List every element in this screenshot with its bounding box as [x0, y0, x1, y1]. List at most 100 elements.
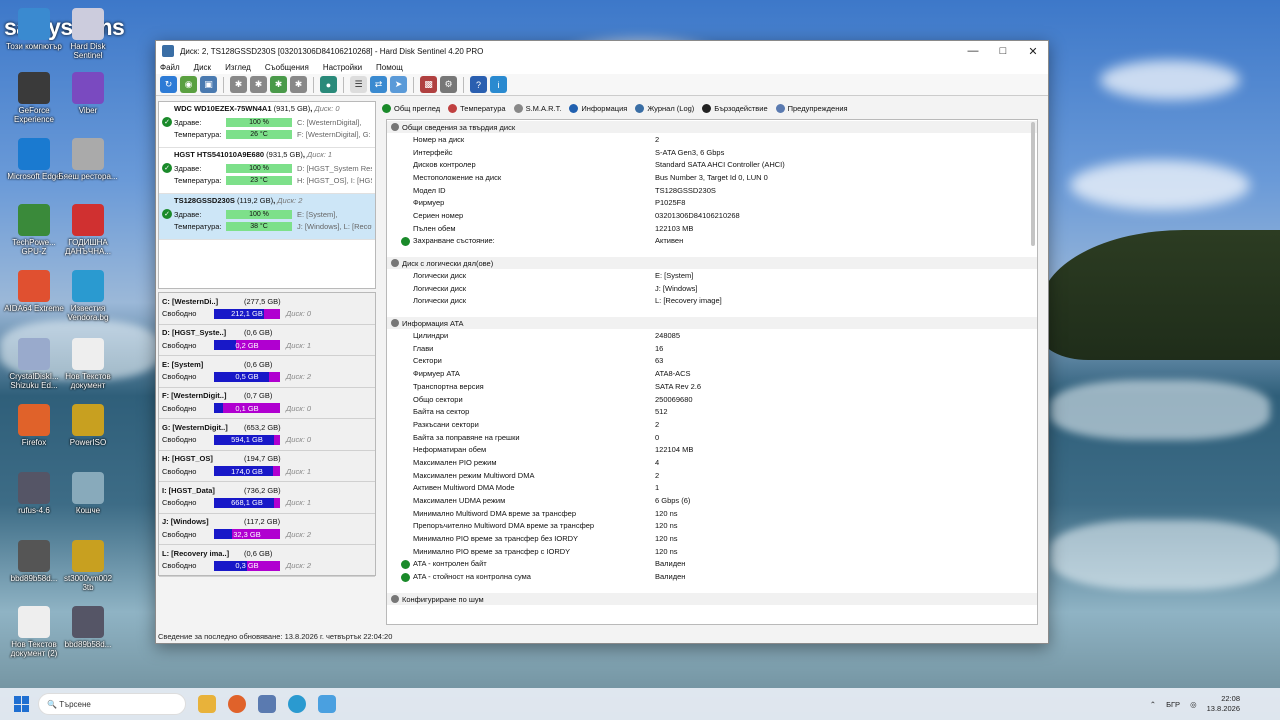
volume-item[interactable]: E: [System] (0,6 GB) Свободно 0,5 GB Диск: 2 [159, 356, 375, 388]
info-key: Максимален UDMA режим [413, 496, 506, 506]
desktop-icon[interactable]: TechPowe... GPU-Z [4, 204, 64, 256]
volume-disk: Диск: 0 [286, 435, 312, 444]
fan-icon[interactable]: ✱ [250, 76, 267, 93]
start-button[interactable] [14, 696, 30, 712]
info-value: 2 [655, 134, 660, 144]
disk-item[interactable]: WDC WD10EZEX-75WN4A1 (931,5 GB), Диск: 0… [159, 102, 375, 148]
chart-icon[interactable]: ▩ [420, 76, 437, 93]
search-input[interactable]: 🔍 Търсене [38, 693, 186, 715]
desktop-icon[interactable]: Бяеш ресторa... [58, 138, 118, 181]
volume-item[interactable]: I: [HGST_Data] (736,2 GB) Свободно 668,1 GB… [159, 482, 375, 514]
volume-name: L: [Recovery ima..] [162, 548, 230, 558]
volume-item[interactable]: D: [HGST_Syste..] (0,6 GB) Свободно 0,2 GB Д… [159, 325, 375, 356]
desktop-icon[interactable]: bbd89b58d... [4, 540, 64, 583]
volume-item[interactable]: F: [WesternDigit..] (0,7 GB) Свободно 0,1 G… [159, 388, 375, 419]
desktop-icon[interactable]: PowerISO [58, 404, 118, 447]
volume-item[interactable]: G: [WesternDigit..] (653,2 GB) Свободно 594… [159, 419, 375, 451]
desktop-icon[interactable]: Hard Disk Sentinel [58, 8, 118, 60]
wifi-icon[interactable]: ◎ [1190, 700, 1197, 709]
tab-3[interactable]: Информация [569, 103, 627, 113]
close-button[interactable]: ✕ [1018, 41, 1048, 61]
tab-2[interactable]: S.M.A.R.T. [513, 103, 561, 113]
calculator-icon[interactable] [258, 695, 276, 713]
firefox-icon[interactable] [228, 695, 246, 713]
speed-icon[interactable]: ◉ [180, 76, 197, 93]
refresh-icon[interactable]: ↻ [160, 76, 177, 93]
desktop-icon[interactable]: GeForce Experience [4, 72, 64, 124]
desktop-icon[interactable]: CrystalDiskI... Shizuku Ed... [4, 338, 64, 390]
help-icon[interactable]: ? [470, 76, 487, 93]
info-icon[interactable]: i [490, 76, 507, 93]
file-explorer-icon[interactable] [198, 695, 216, 713]
volume-item[interactable]: L: [Recovery ima..] (0,6 GB) Свободно 0,3 G… [159, 545, 375, 577]
send-icon[interactable]: ➤ [390, 76, 407, 93]
info-key: Пълен обем [413, 223, 456, 233]
fan-icon[interactable]: ✱ [290, 76, 307, 93]
globe-icon[interactable]: ● [320, 76, 337, 93]
menu-messages[interactable]: Съобщения [265, 63, 309, 72]
tab-6[interactable]: Предупреждения [775, 103, 848, 113]
disk-item[interactable]: HGST HTS541010A9E680 (931,5 GB), Диск: 1… [159, 148, 375, 194]
desktop-icon[interactable]: Viber [58, 72, 118, 115]
volume-size: (117,2 GB) [244, 517, 281, 526]
desktop-icon-label: rufus-4.6 [18, 506, 50, 515]
desktop-icon[interactable]: Кошче [58, 472, 118, 515]
desktop-app-icon [72, 8, 104, 40]
edge-icon[interactable] [288, 695, 306, 713]
volume-disk: Диск: 2 [286, 561, 312, 570]
desktop-icon[interactable]: Известия Vendora.bg [58, 270, 118, 322]
menu-help[interactable]: Помощ [376, 63, 403, 72]
desktop-icon[interactable]: Firefox [4, 404, 64, 447]
free-space-bar: 0,3 GB [214, 560, 280, 571]
info-value: Standard SATA AHCI Controller (AHCI) [655, 160, 785, 170]
title-bar[interactable]: Диск: 2, TS128GSSD230S [03201306D8410621… [156, 41, 1048, 61]
volume-size: (0,6 GB) [244, 328, 273, 337]
clock[interactable]: 22:08 13.8.2026 [1207, 694, 1240, 714]
desktop-icon-label: Hard Disk Sentinel [70, 42, 106, 60]
network-app-icon[interactable] [318, 695, 336, 713]
menu-view[interactable]: Изглед [225, 63, 251, 72]
doc-icon[interactable]: ☰ [350, 76, 367, 93]
tab-icon [448, 103, 458, 113]
desktop-icon[interactable]: Този компютър [4, 8, 64, 51]
tab-0[interactable]: Общ преглед [382, 103, 440, 113]
minimize-button[interactable]: — [958, 41, 988, 61]
desktop-icon[interactable]: rufus-4.6 [4, 472, 64, 515]
desktop-icon[interactable]: AIDA64 Extreme [4, 270, 64, 313]
desktop-icon[interactable]: Нов Текстов документ [58, 338, 118, 390]
fan-icon[interactable]: ✱ [230, 76, 247, 93]
volume-name: H: [HGST_OS] [162, 454, 213, 463]
desktop-icon[interactable]: Microsoft Edge [4, 138, 64, 181]
language-indicator[interactable]: БГР [1166, 700, 1180, 709]
volume-item[interactable]: C: [WesternDi..] (277,5 GB) Свободно 212,1 … [159, 293, 375, 325]
desktop-icon[interactable]: Нов Текстов документ (2) [4, 606, 64, 658]
section-header: Конфигуриране по шум [387, 593, 1037, 605]
info-key: Неформатиран обем [413, 445, 487, 455]
info-key: ATA - контролен байт [387, 559, 655, 570]
free-space-bar: 0,1 GB [214, 403, 280, 413]
scrollbar[interactable] [1031, 122, 1035, 246]
desktop-icon[interactable]: st3000vm002 3tb [58, 540, 118, 592]
menu-settings[interactable]: Настройки [323, 63, 362, 72]
tab-5[interactable]: Бързодействие [702, 103, 768, 113]
desktop-icon[interactable]: ГОДИШНА ДАНЪЧНА... [58, 204, 118, 256]
volume-item[interactable]: J: [Windows] (117,2 GB) Свободно 32,3 GB Дис… [159, 514, 375, 545]
maximize-button[interactable]: □ [988, 41, 1018, 61]
info-panel[interactable]: Общи сведения за твърдия диск Номер на д… [386, 119, 1038, 625]
tab-4[interactable]: Журнал (Log) [635, 103, 694, 113]
network-icon[interactable]: ⇄ [370, 76, 387, 93]
menu-disk[interactable]: Диск [194, 63, 211, 72]
desktop-icon[interactable]: bbd89b58d... [58, 606, 118, 649]
report-icon[interactable]: ▣ [200, 76, 217, 93]
fan-icon[interactable]: ✱ [270, 76, 287, 93]
info-value: L: [Recovery image] [655, 296, 722, 306]
tab-1[interactable]: Температура [448, 103, 506, 113]
settings-icon[interactable]: ⚙ [440, 76, 457, 93]
chevron-up-icon[interactable]: ⌃ [1150, 700, 1156, 709]
disk-item[interactable]: TS128GSSD230S (119,2 GB), Диск: 2 ✓ Здраве… [159, 194, 375, 240]
desktop-app-icon [72, 404, 104, 436]
menu-file[interactable]: Файл [160, 63, 180, 72]
info-key: Местоположение на диск [413, 172, 502, 182]
volume-item[interactable]: H: [HGST_OS] (194,7 GB) Свободно 174,0 GB Ди… [159, 451, 375, 482]
info-value: 2 [655, 470, 660, 480]
